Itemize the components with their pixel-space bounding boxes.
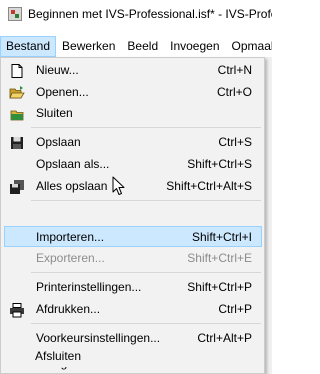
menu-item-label: Opslaan als...: [36, 157, 110, 171]
menu-separator: [31, 127, 261, 128]
mouse-cursor-icon: [112, 176, 125, 195]
menu-item-label: Openen...: [36, 85, 89, 99]
menu-item-alles-opslaan[interactable]: Alles opslaan Shift+Ctrl+Alt+S: [4, 176, 262, 197]
menu-separator: [31, 272, 261, 273]
menu-item-label: Alles opslaan: [36, 179, 108, 193]
menu-beeld[interactable]: Beeld: [121, 36, 164, 57]
menu-bar: Bestand Bewerken Beeld Invoegen Opmaak: [0, 36, 272, 57]
close-folder-icon: [10, 110, 24, 121]
menu-item-afsluiten[interactable]: Afsluiten: [3, 346, 261, 367]
menu-item-shortcut: Ctrl+N: [217, 63, 252, 77]
menu-item-label: Sluiten: [36, 106, 73, 120]
background-area: [265, 57, 272, 374]
app-icon: [8, 7, 22, 21]
save-icon: [11, 137, 23, 149]
menu-separator: [31, 200, 261, 201]
menu-item-label: Nieuw...: [36, 63, 79, 77]
menu-item-importeren[interactable]: Importeren... Shift+Ctrl+I: [4, 226, 262, 247]
menu-item-label: Exporteren...: [36, 251, 105, 265]
menu-separator: [31, 323, 261, 324]
menu-item-openen[interactable]: Openen... Ctrl+O: [4, 82, 262, 103]
menu-item-opslaan[interactable]: Opslaan Ctrl+S: [4, 132, 262, 153]
menu-item-shortcut: Shift+Ctrl+Alt+S: [166, 179, 252, 193]
menu-item-label: Afdrukken...: [36, 302, 101, 316]
menu-opmaak[interactable]: Opmaak: [226, 36, 272, 57]
menu-item-label: Opslaan: [36, 135, 81, 149]
menu-bestand[interactable]: Bestand: [0, 36, 57, 57]
printer-icon: [10, 303, 24, 318]
menu-item-sluiten[interactable]: Sluiten: [4, 103, 262, 124]
menu-item-afdrukken[interactable]: Afdrukken... Ctrl+P: [4, 299, 262, 320]
menu-item-label: Importeren...: [36, 230, 105, 244]
menu-item-shortcut: Shift+Ctrl+E: [187, 251, 252, 265]
title-bar: Beginnen met IVS-Professional.isf* - IVS…: [0, 0, 272, 28]
menu-item-exporteren[interactable]: Exporteren... Shift+Ctrl+E: [4, 248, 262, 269]
menu-item-shortcut: Ctrl+O: [216, 85, 252, 99]
save-all-icon: [10, 180, 24, 194]
menu-item-shortcut: Shift+Ctrl+I: [191, 230, 252, 244]
menu-item-shortcut: Shift+Ctrl+S: [187, 157, 252, 171]
menu-item-label: Printerinstellingen...: [36, 280, 142, 294]
menu-item-label: Afsluiten: [35, 349, 82, 363]
menu-invoegen[interactable]: Invoegen: [164, 36, 225, 57]
menu-item-shortcut: Shift+Ctrl+P: [187, 280, 252, 294]
open-folder-icon: [9, 86, 25, 99]
menu-item-shortcut: Ctrl+P: [218, 302, 252, 316]
menu-item-shortcut: Ctrl+S: [218, 135, 252, 149]
window-title: Beginnen met IVS-Professional.isf* - IVS…: [28, 7, 272, 21]
menu-bewerken[interactable]: Bewerken: [56, 36, 121, 57]
file-menu-dropdown: Nieuw... Ctrl+N Openen... Ctrl+O Sluiten…: [0, 57, 265, 374]
new-document-icon: [11, 64, 23, 78]
menu-item-opslaan-als[interactable]: Opslaan als... Shift+Ctrl+S: [4, 154, 262, 175]
menu-item-printerinstellingen[interactable]: Printerinstellingen... Shift+Ctrl+P: [4, 277, 262, 298]
menu-item-nieuw[interactable]: Nieuw... Ctrl+N: [4, 60, 262, 81]
